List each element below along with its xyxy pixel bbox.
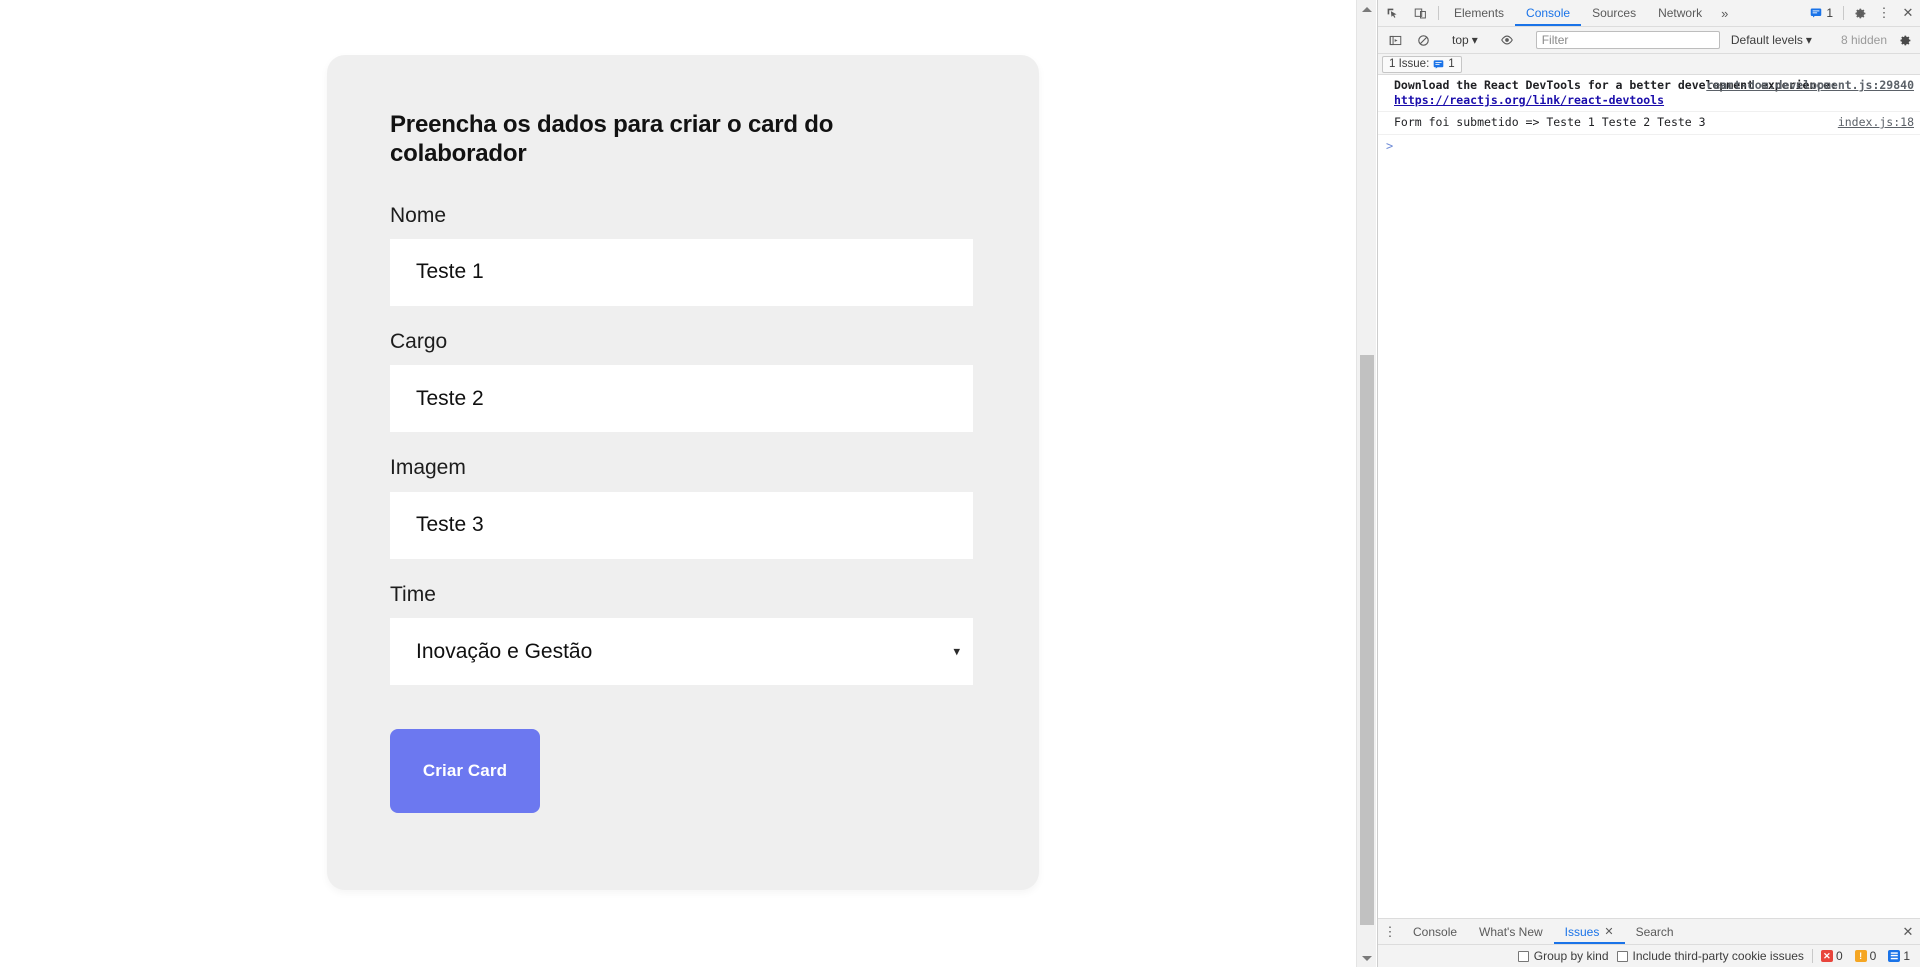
- devtools-panel: Elements Console Sources Network » 1 ⋮ ✕…: [1377, 0, 1920, 967]
- issue-info-icon: [1433, 59, 1444, 69]
- nome-input[interactable]: [390, 238, 973, 306]
- issues-badge-button[interactable]: 1: [1804, 0, 1839, 26]
- field-nome: Nome: [390, 202, 976, 306]
- scrollbar-thumb[interactable]: [1360, 355, 1374, 925]
- issues-filter-bar: Group by kind Include third-party cookie…: [1378, 945, 1920, 967]
- gear-icon[interactable]: [1848, 0, 1872, 26]
- warning-count-group: ! 0: [1854, 949, 1881, 963]
- field-label-imagem: Imagem: [390, 456, 466, 480]
- collaborator-form-card: Preencha os dados para criar o card do c…: [327, 55, 1039, 890]
- field-label-cargo: Cargo: [390, 329, 448, 353]
- issue-chip-count: 1: [1448, 58, 1455, 70]
- web-page-content: Preencha os dados para criar o card do c…: [0, 0, 1356, 967]
- warning-icon: !: [1854, 950, 1867, 962]
- context-selector[interactable]: top ▾: [1446, 33, 1484, 47]
- warning-count: 0: [1869, 949, 1877, 963]
- live-expression-icon[interactable]: [1493, 33, 1521, 47]
- time-select-wrapper: Inovação e Gestão ▾: [390, 617, 973, 685]
- error-count: 0: [1835, 949, 1843, 963]
- field-time: Time Inovação e Gestão ▾: [390, 581, 976, 685]
- third-party-cookie-label: Include third-party cookie issues: [1632, 949, 1804, 963]
- divider: [1438, 6, 1439, 20]
- console-message-text: Form foi submetido => Teste 1 Teste 2 Te…: [1394, 115, 1706, 130]
- group-by-kind-label: Group by kind: [1533, 949, 1609, 963]
- console-message-source[interactable]: react-dom.development.js:29840: [1706, 78, 1914, 93]
- more-tabs-button[interactable]: »: [1713, 0, 1736, 26]
- field-label-nome: Nome: [390, 203, 447, 227]
- issue-chip-label: 1 Issue:: [1389, 58, 1430, 70]
- third-party-cookie-checkbox[interactable]: Include third-party cookie issues: [1616, 949, 1804, 963]
- issue-count-chip[interactable]: 1 Issue: 1: [1382, 55, 1462, 73]
- field-cargo: Cargo: [390, 328, 976, 433]
- chevron-down-icon: ▾: [1805, 33, 1812, 47]
- console-output: react-dom.development.js:29840 Download …: [1378, 75, 1920, 918]
- imagem-input[interactable]: [390, 491, 973, 559]
- error-count-group: ✕ 0: [1820, 949, 1847, 963]
- drawer-tab-whats-new[interactable]: What's New: [1468, 919, 1554, 944]
- console-message: index.js:18 Form foi submetido => Teste …: [1378, 112, 1920, 135]
- caret-down-icon[interactable]: [1357, 949, 1377, 967]
- log-levels-selector[interactable]: Default levels ▾: [1726, 33, 1817, 47]
- drawer-tab-console[interactable]: Console: [1402, 919, 1468, 944]
- page-scrollbar[interactable]: [1356, 0, 1376, 967]
- divider: [1811, 949, 1813, 963]
- console-message-link[interactable]: https://reactjs.org/link/react-devtools: [1394, 93, 1664, 107]
- console-message: react-dom.development.js:29840 Download …: [1378, 75, 1920, 113]
- more-vertical-icon[interactable]: ⋮: [1872, 0, 1896, 26]
- gear-icon[interactable]: [1893, 34, 1917, 47]
- info-count-group: ☰ 1: [1888, 949, 1914, 963]
- issue-info-icon: [1811, 8, 1822, 18]
- close-icon[interactable]: ✕: [1604, 925, 1613, 938]
- checkbox-icon[interactable]: [1616, 950, 1628, 962]
- tab-network[interactable]: Network: [1647, 0, 1713, 26]
- field-imagem: Imagem: [390, 454, 976, 559]
- field-label-time: Time: [390, 582, 436, 606]
- clear-console-icon[interactable]: [1409, 34, 1437, 47]
- error-icon: ✕: [1820, 950, 1833, 962]
- console-filter-input[interactable]: [1535, 31, 1720, 49]
- devtools-drawer-tabs: ⋮ Console What's New Issues ✕ Search ✕: [1378, 918, 1920, 945]
- device-toolbar-icon[interactable]: [1406, 0, 1434, 26]
- devtools-tabbar: Elements Console Sources Network » 1 ⋮ ✕: [1378, 0, 1920, 27]
- console-prompt[interactable]: >: [1378, 135, 1920, 157]
- console-toolbar: top ▾ Default levels ▾ 8 hidden: [1378, 27, 1920, 54]
- info-icon: ☰: [1888, 950, 1901, 962]
- console-message-source[interactable]: index.js:18: [1838, 115, 1914, 130]
- criar-card-button[interactable]: Criar Card: [390, 728, 540, 813]
- drawer-tab-issues[interactable]: Issues ✕: [1553, 919, 1625, 944]
- screen: Preencha os dados para criar o card do c…: [0, 0, 1920, 967]
- close-icon[interactable]: ✕: [1896, 0, 1920, 26]
- page-title: Preencha os dados para criar o card do c…: [390, 111, 834, 167]
- hidden-messages-count: 8 hidden: [1840, 33, 1887, 47]
- tab-console[interactable]: Console: [1515, 0, 1582, 26]
- info-count: 1: [1903, 949, 1910, 963]
- group-by-kind-checkbox[interactable]: Group by kind: [1517, 949, 1609, 963]
- console-issue-bar: 1 Issue: 1: [1378, 54, 1920, 75]
- issues-badge-count: 1: [1826, 6, 1833, 20]
- divider: [1843, 6, 1844, 20]
- time-select[interactable]: Inovação e Gestão: [390, 617, 973, 685]
- checkbox-icon[interactable]: [1517, 950, 1529, 962]
- tab-sources[interactable]: Sources: [1581, 0, 1647, 26]
- inspect-element-icon[interactable]: [1378, 0, 1406, 26]
- drawer-tab-search[interactable]: Search: [1625, 919, 1685, 944]
- console-sidebar-icon[interactable]: [1381, 34, 1409, 47]
- log-levels-label: Default levels: [1730, 33, 1803, 47]
- drawer-tab-issues-label: Issues: [1564, 924, 1600, 939]
- more-vertical-icon[interactable]: ⋮: [1378, 919, 1402, 944]
- context-selector-label: top: [1452, 33, 1469, 47]
- cargo-input[interactable]: [390, 365, 973, 433]
- tab-elements[interactable]: Elements: [1443, 0, 1515, 26]
- chevron-down-icon: ▾: [1471, 33, 1478, 47]
- caret-up-icon[interactable]: [1357, 0, 1377, 18]
- close-icon[interactable]: ✕: [1896, 919, 1920, 944]
